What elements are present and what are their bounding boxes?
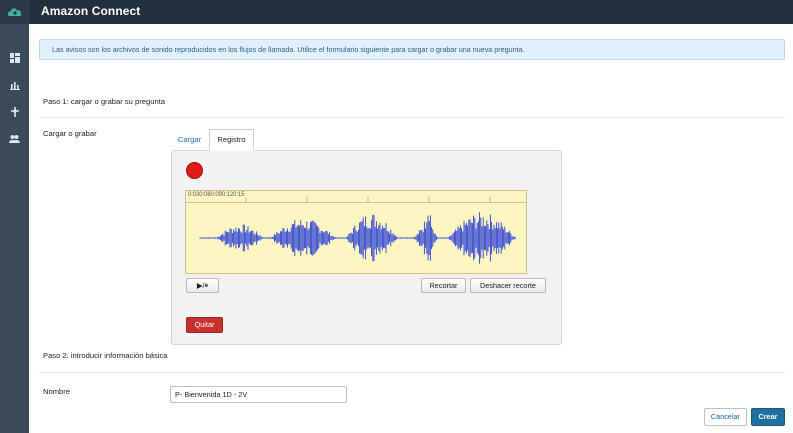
name-label: Nombre — [43, 387, 71, 396]
top-bar: Amazon Connect — [0, 0, 793, 24]
step2-title: Paso 2: introducir información básica — [43, 351, 168, 360]
step1-title: Paso 1: cargar o grabar su pregunta — [43, 97, 165, 106]
users-icon[interactable] — [8, 132, 21, 145]
app-window: Amazon Connect Las avisos son los archiv… — [0, 0, 793, 433]
tab-registro[interactable]: Registro — [209, 129, 254, 151]
dashboard-icon[interactable] — [8, 51, 21, 64]
tab-cargar[interactable]: Cargar — [171, 130, 208, 150]
name-input[interactable] — [170, 386, 347, 403]
app-title: Amazon Connect — [41, 4, 141, 18]
info-banner: Las avisos son los archivos de sonido re… — [39, 39, 785, 60]
divider — [39, 372, 785, 373]
record-button[interactable] — [186, 162, 203, 179]
cancel-button[interactable]: Cancelar — [704, 408, 747, 426]
timeline-ruler: 0:030:060:090:120:15 — [186, 191, 526, 203]
create-button[interactable]: Crear — [751, 408, 785, 426]
trim-button[interactable]: Recortar — [421, 278, 466, 293]
waveform-editor[interactable]: 0:030:060:090:120:15 — [185, 190, 527, 274]
remove-button[interactable]: Quitar — [186, 317, 223, 333]
upload-or-record-label: Cargar o grabar — [43, 129, 97, 138]
routing-icon[interactable] — [8, 105, 21, 118]
waveform-path — [199, 212, 517, 264]
metrics-chart-icon[interactable] — [8, 78, 21, 91]
play-pause-button[interactable]: ▶/⏸ — [186, 278, 219, 293]
divider — [39, 117, 785, 118]
undo-trim-button[interactable]: Deshacer recorte — [470, 278, 546, 293]
amazon-connect-cloud-icon[interactable] — [0, 0, 30, 24]
audio-waveform — [199, 212, 517, 264]
side-nav — [0, 24, 29, 433]
